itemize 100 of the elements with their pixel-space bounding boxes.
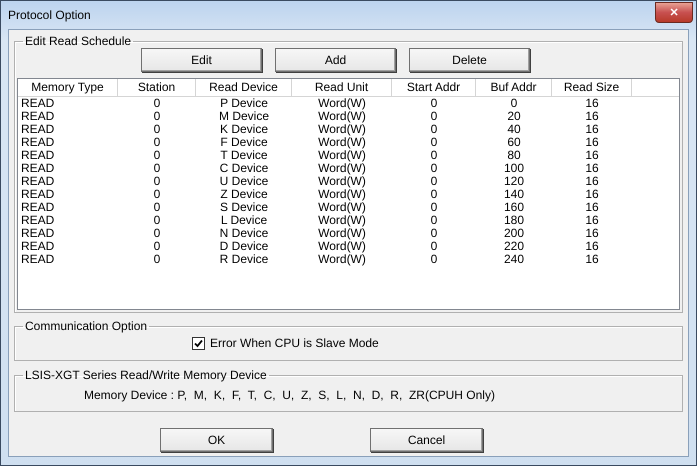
- table-cell-text: M Device: [218, 110, 270, 123]
- table-cell-text: READ: [20, 162, 56, 175]
- table-cell-text: K Device: [218, 123, 270, 136]
- table-cell-text: READ: [20, 136, 56, 149]
- close-button[interactable]: ✕: [655, 2, 693, 22]
- table-cell-text: 16: [584, 162, 600, 175]
- table-cell-text: Word(W): [317, 227, 367, 240]
- table-cell-text: 16: [584, 240, 600, 253]
- table-cell-text: 240: [502, 253, 526, 266]
- table-cell-text: 16: [584, 214, 600, 227]
- table-cell-text: 16: [584, 175, 600, 188]
- table-cell-text: 0: [430, 214, 438, 227]
- table-cell-text: Word(W): [317, 201, 367, 214]
- table-cell-text: N Device: [218, 227, 270, 240]
- table-cell-text: 0: [430, 240, 438, 253]
- table-cell-text: 16: [584, 253, 600, 266]
- table-cell-text: 80: [506, 149, 522, 162]
- dialog-button[interactable]: Cancel: [370, 428, 483, 452]
- column-header[interactable]: Buf Addr: [476, 79, 552, 96]
- table-cell-text: 16: [584, 97, 600, 110]
- group-title: Communication Option: [24, 319, 148, 333]
- table-cell-text: Word(W): [317, 162, 367, 175]
- table-cell-text: 0: [152, 123, 162, 136]
- table-cell-text: P Device: [219, 97, 269, 110]
- checkbox-label[interactable]: Error When CPU is Slave Mode: [210, 336, 379, 350]
- table-cell-text: U Device: [218, 175, 270, 188]
- table-cell-text: Word(W): [317, 110, 367, 123]
- table-cell-text: READ: [20, 201, 56, 214]
- check-icon: [194, 338, 203, 348]
- table-cell-text: 0: [430, 123, 438, 136]
- table-cell-text: 0: [152, 110, 162, 123]
- table-cell-text: Word(W): [317, 123, 367, 136]
- table-cell-text: 0: [430, 253, 438, 266]
- table-cell-text: 220: [502, 240, 526, 253]
- table-cell-text: 16: [584, 227, 600, 240]
- table-cell-text: C Device: [218, 162, 270, 175]
- table-cell-text: 160: [502, 201, 526, 214]
- table-cell-text: 0: [152, 201, 162, 214]
- table-cell-text: READ: [20, 123, 56, 136]
- table-cell-text: L Device: [220, 214, 268, 227]
- table-cell-text: Word(W): [317, 214, 367, 227]
- window-title: Protocol Option: [8, 8, 91, 22]
- dialog-button[interactable]: OK: [160, 428, 273, 452]
- table-cell-text: Word(W): [317, 149, 367, 162]
- action-button[interactable]: Delete: [409, 48, 530, 72]
- table-cell-text: 0: [430, 227, 438, 240]
- table-cell-text: Word(W): [317, 97, 367, 110]
- table-cell-text: 16: [584, 123, 600, 136]
- table-cell-text: 200: [502, 227, 526, 240]
- column-header[interactable]: Memory Type: [18, 79, 118, 96]
- table-cell-text: Word(W): [317, 240, 367, 253]
- column-header[interactable]: Read Unit: [292, 79, 392, 96]
- table-cell-text: 0: [152, 97, 162, 110]
- table-cell-text: Word(W): [317, 188, 367, 201]
- table-cell-text: 20: [506, 110, 522, 123]
- table-cell-text: 60: [506, 136, 522, 149]
- table-cell-text: READ: [20, 188, 56, 201]
- column-header[interactable]: Start Addr: [392, 79, 476, 96]
- table-cell-text: 0: [152, 240, 162, 253]
- table-cell-text: READ: [20, 175, 56, 188]
- table-cell-text: 0: [152, 188, 162, 201]
- table-cell-text: READ: [20, 110, 56, 123]
- table-cell-text: 120: [502, 175, 526, 188]
- table-cell-text: 16: [584, 188, 600, 201]
- table-cell-text: READ: [20, 149, 56, 162]
- column-header[interactable]: Read Size: [552, 79, 632, 96]
- table-cell-text: S Device: [218, 201, 270, 214]
- action-button[interactable]: Edit: [141, 48, 262, 72]
- table-cell-text: 16: [584, 149, 600, 162]
- table-cell-text: D Device: [218, 240, 270, 253]
- table-cell-text: Word(W): [317, 175, 367, 188]
- table-cell-text: READ: [20, 97, 56, 110]
- column-header[interactable]: Station: [118, 79, 196, 96]
- table-cell-text: Word(W): [317, 253, 367, 266]
- table-cell-text: 0: [430, 175, 438, 188]
- table-cell-text: 0: [430, 97, 438, 110]
- column-header[interactable]: Read Device: [196, 79, 292, 96]
- table-cell-text: 0: [152, 175, 162, 188]
- table-cell-text: 140: [502, 188, 526, 201]
- table-cell-text: Z Device: [219, 188, 269, 201]
- table-cell-text: 0: [510, 97, 518, 110]
- table-cell-text: F Device: [219, 136, 269, 149]
- table-cell-text: 0: [430, 136, 438, 149]
- table-cell-text: READ: [20, 253, 56, 266]
- checkbox[interactable]: [192, 336, 205, 350]
- action-button[interactable]: Add: [275, 48, 396, 72]
- table-cell-text: 0: [152, 136, 162, 149]
- memory-device-text: Memory Device : P, M, K, F, T, C, U, Z, S, L, N, D, R, ZR(CPUH Only): [84, 388, 496, 402]
- table-cell-text: 0: [430, 149, 438, 162]
- table-cell-text: READ: [20, 227, 56, 240]
- group-title: Edit Read Schedule: [24, 34, 132, 48]
- table-cell-text: R Device: [218, 253, 270, 266]
- table-cell-text: READ: [20, 214, 56, 227]
- table-cell-text: 0: [152, 162, 162, 175]
- table-cell-text: 0: [152, 227, 162, 240]
- table-cell-text: 0: [430, 201, 438, 214]
- table-cell-text: 0: [430, 110, 438, 123]
- table-cell-text: T Device: [219, 149, 269, 162]
- table-cell-text: 100: [502, 162, 526, 175]
- table-cell-text: 0: [152, 149, 162, 162]
